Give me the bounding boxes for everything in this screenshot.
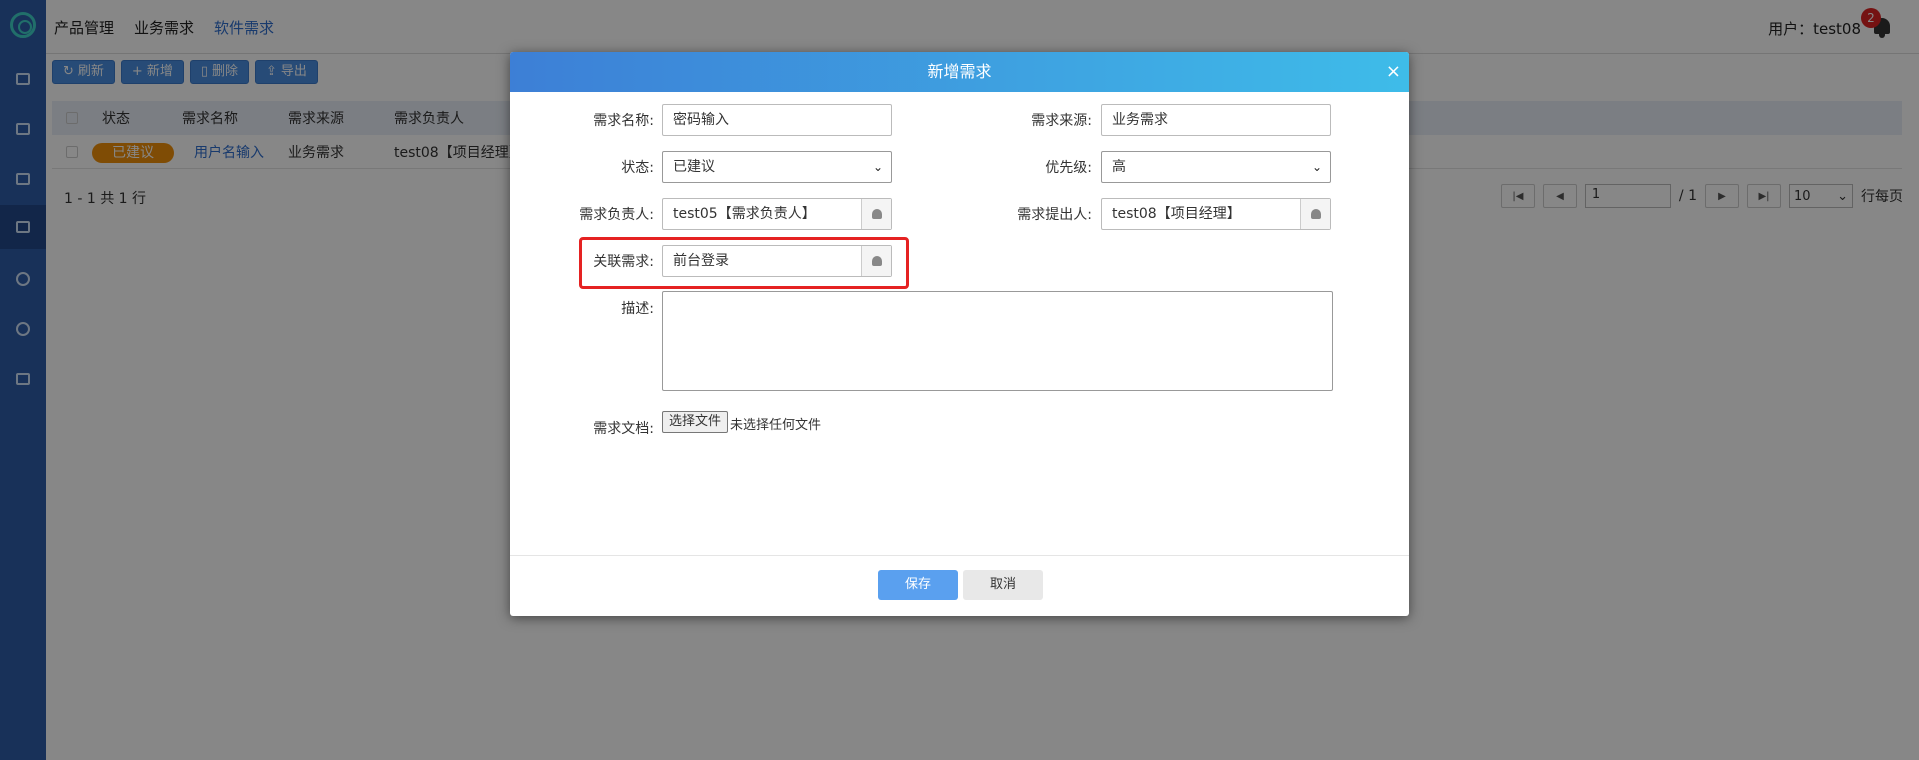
user-picker-icon[interactable] bbox=[1300, 199, 1330, 229]
dialog-title: 新增需求 bbox=[927, 62, 992, 81]
status-select[interactable]: 已建议 ⌄ bbox=[662, 151, 892, 183]
priority-select[interactable]: 高 ⌄ bbox=[1101, 151, 1331, 183]
name-input[interactable]: 密码输入 bbox=[662, 104, 892, 136]
source-input[interactable]: 业务需求 bbox=[1101, 104, 1331, 136]
add-requirement-dialog: 新增需求 × 需求名称: 密码输入 需求来源: 业务需求 状态: 已建议 ⌄ 优… bbox=[510, 52, 1409, 616]
status-label: 状态: bbox=[621, 160, 654, 176]
save-button[interactable]: 保存 bbox=[878, 570, 958, 600]
choose-file-button[interactable]: 选择文件 bbox=[662, 411, 729, 433]
name-label: 需求名称: bbox=[593, 113, 654, 129]
owner-label: 需求负责人: bbox=[579, 207, 654, 223]
desc-label: 描述: bbox=[621, 301, 654, 317]
proposer-label: 需求提出人: bbox=[1017, 207, 1092, 223]
close-icon[interactable]: × bbox=[1386, 52, 1401, 92]
priority-label: 优先级: bbox=[1045, 160, 1092, 176]
file-status: 未选择任何文件 bbox=[730, 418, 822, 433]
chevron-down-icon: ⌄ bbox=[872, 160, 883, 174]
related-label: 关联需求: bbox=[593, 254, 654, 270]
proposer-input[interactable]: test08【项目经理】 bbox=[1101, 198, 1331, 230]
chevron-down-icon: ⌄ bbox=[1311, 160, 1322, 174]
dialog-header: 新增需求 × bbox=[510, 52, 1409, 92]
owner-input[interactable]: test05【需求负责人】 bbox=[662, 198, 892, 230]
description-textarea[interactable] bbox=[662, 291, 1333, 391]
dialog-footer-divider bbox=[510, 555, 1409, 556]
source-label: 需求来源: bbox=[1031, 113, 1092, 129]
cancel-button[interactable]: 取消 bbox=[963, 570, 1043, 600]
related-input[interactable]: 前台登录 bbox=[662, 245, 892, 277]
requirement-picker-icon[interactable] bbox=[861, 246, 891, 276]
user-picker-icon[interactable] bbox=[861, 199, 891, 229]
doc-label: 需求文档: bbox=[593, 421, 654, 437]
